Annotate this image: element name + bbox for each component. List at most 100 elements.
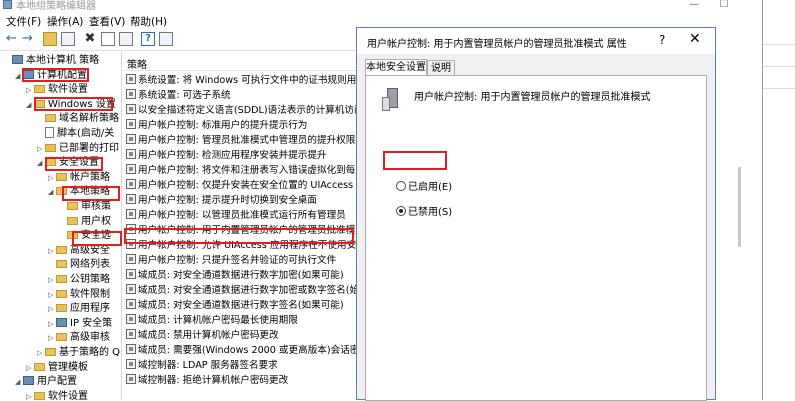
expand-arrow-icon[interactable]: ▷ xyxy=(48,273,56,287)
expand-arrow-icon[interactable]: ▷ xyxy=(26,390,34,400)
tree-item[interactable]: 安全选 xyxy=(59,229,111,243)
maximize-button[interactable]: ☐ xyxy=(710,0,738,12)
delete-icon[interactable]: ✖ xyxy=(83,32,97,46)
tree-item[interactable]: 用户权 xyxy=(59,215,111,229)
expand-arrow-icon[interactable]: ▷ xyxy=(48,288,56,302)
policy-row[interactable]: 域成员: 计算机帐户密码最长使用期限 xyxy=(126,313,298,328)
expand-arrow-icon[interactable]: ▷ xyxy=(48,317,56,331)
computer-policy-icon xyxy=(382,88,404,112)
tree-item[interactable]: ▷ 高级安全 xyxy=(48,244,110,258)
tree-item-label: 公钥策略 xyxy=(70,274,110,285)
back-arrow-icon[interactable]: ← xyxy=(6,32,20,46)
policy-row[interactable]: 用户帐户控制: 检测应用程序安装并提示提升 xyxy=(126,148,327,163)
policy-row[interactable]: 系统设置: 可选子系统 xyxy=(126,88,231,103)
tree-item[interactable]: ▷ 帐户策略 xyxy=(48,171,110,185)
policy-scrollbar[interactable] xyxy=(736,27,744,400)
policy-row[interactable]: 用户帐户控制: 将文件和注册表写入错误虚拟化到每用户 xyxy=(126,163,361,178)
radio-disabled[interactable]: 已禁用(S) xyxy=(396,206,452,220)
expand-arrow-icon[interactable]: ▷ xyxy=(48,244,56,258)
help-icon[interactable]: ? xyxy=(141,32,155,46)
expand-arrow-icon[interactable]: ▷ xyxy=(26,361,34,375)
expand-arrow-icon[interactable]: ◢ xyxy=(15,69,23,83)
tree-item[interactable]: ▷ IP 安全策 xyxy=(48,317,112,331)
expand-arrow-icon[interactable]: ▷ xyxy=(26,83,34,97)
policy-setting-icon xyxy=(126,119,136,129)
policy-row[interactable]: 用户帐户控制: 以管理员批准模式运行所有管理员 xyxy=(126,208,346,223)
tree-item[interactable]: ◢ 本地策略 xyxy=(48,185,110,199)
tree-item[interactable]: 脚本(启动/关 xyxy=(37,127,114,141)
tree-item[interactable]: ◢ Windows 设置 xyxy=(26,98,116,112)
tree-item[interactable]: ◢ 安全设置 xyxy=(37,156,99,170)
folder-icon xyxy=(34,391,45,400)
expand-arrow-icon[interactable]: ▷ xyxy=(37,142,45,156)
radio-enabled-indicator[interactable] xyxy=(396,181,406,191)
folder-icon xyxy=(56,187,67,196)
tree-item[interactable]: 审核策 xyxy=(59,200,111,214)
policy-row[interactable]: 用户帐户控制: 只提升签名并验证的可执行文件 xyxy=(126,253,336,268)
export-list-icon[interactable] xyxy=(119,32,133,46)
up-folder-icon[interactable] xyxy=(43,32,57,46)
policy-row[interactable]: 以安全描述符定义语言(SDDL)语法表示的计算机访问限 xyxy=(126,103,361,118)
tree-item[interactable]: 本地计算机 策略 xyxy=(4,54,99,68)
tree-item[interactable]: ▷ 基于策略的 Q xyxy=(37,346,120,360)
tree-item-label: 应用程序 xyxy=(70,303,110,315)
policy-row[interactable]: 域成员: 对安全通道数据进行数字加密(如果可能) xyxy=(126,268,344,283)
expand-arrow-icon[interactable]: ▷ xyxy=(48,331,56,345)
tab-explain[interactable]: 说明 xyxy=(427,60,455,76)
expand-arrow-icon[interactable]: ◢ xyxy=(48,185,56,199)
show-hide-tree-icon[interactable] xyxy=(61,32,75,46)
policy-row[interactable]: 域成员: 禁用计算机帐户密码更改 xyxy=(126,328,279,343)
dialog-help-button[interactable]: ? xyxy=(659,33,665,47)
tree-item-label: 用户权 xyxy=(81,215,111,227)
menu-view[interactable]: 查看(V) xyxy=(89,14,125,29)
tree-item[interactable]: ▷ 公钥策略 xyxy=(48,273,110,287)
tree-item[interactable]: ◢ 用户配置 xyxy=(15,375,77,389)
policy-row[interactable]: 用户帐户控制: 用于内置管理员帐户的管理员批准模式 xyxy=(126,223,361,238)
expand-arrow-icon[interactable]: ▷ xyxy=(37,346,45,360)
policy-row[interactable]: 系统设置: 将 Windows 可执行文件中的证书规则用于软 xyxy=(126,73,361,88)
menu-help[interactable]: 帮助(H) xyxy=(130,14,167,29)
tree-item[interactable]: ▷ 应用程序 xyxy=(48,302,110,316)
policy-setting-icon xyxy=(126,89,136,99)
policy-setting-icon xyxy=(126,239,136,249)
policy-row[interactable]: 用户帐户控制: 仅提升安装在安全位置的 UIAccess 应用 xyxy=(126,178,361,193)
policy-row[interactable]: 用户帐户控制: 管理员批准模式中管理员的提升权限提示 xyxy=(126,133,361,148)
tree-item[interactable]: ◢ 计算机配置 xyxy=(15,69,87,83)
policy-row[interactable]: 用户帐户控制: 标准用户的提升提示行为 xyxy=(126,118,307,133)
policy-row[interactable]: 用户帐户控制: 提示提升时切换到安全桌面 xyxy=(126,193,317,208)
policy-list: 策略 系统设置: 将 Windows 可执行文件中的证书规则用于软 系统设置: 可… xyxy=(123,52,361,400)
policy-column-header[interactable]: 策略 xyxy=(123,54,361,71)
expand-arrow-icon[interactable]: ◢ xyxy=(37,156,45,170)
scrollbar-thumb[interactable] xyxy=(738,167,741,247)
menu-file[interactable]: 文件(F) xyxy=(6,14,41,29)
tree-item-label: 软件设置 xyxy=(48,84,88,96)
policy-row[interactable]: 域控制器: 拒绝计算机帐户密码更改 xyxy=(126,373,288,388)
tree-item[interactable]: ▷ 软件设置 xyxy=(26,390,88,400)
dialog-close-button[interactable]: ✕ xyxy=(689,31,701,47)
tree-item[interactable]: 网络列表 xyxy=(48,258,110,272)
expand-arrow-icon[interactable]: ▷ xyxy=(48,302,56,316)
expand-arrow-icon[interactable]: ◢ xyxy=(26,98,34,112)
radio-disabled-indicator[interactable] xyxy=(396,206,406,216)
minimize-button[interactable]: — xyxy=(680,0,708,12)
tree-item[interactable]: ▷ 已部署的打印 xyxy=(37,142,119,156)
forward-arrow-icon[interactable]: → xyxy=(22,32,36,46)
tree-item[interactable]: ▷ 软件设置 xyxy=(26,83,88,97)
menu-action[interactable]: 操作(A) xyxy=(47,14,83,29)
policy-row[interactable]: 域成员: 需要强(Windows 2000 或更高版本)会话密钥 xyxy=(126,343,361,358)
policy-row[interactable]: 域成员: 对安全通道数据进行数字加密或数字签名(始终) xyxy=(126,283,361,298)
policy-row-label: 域成员: 禁用计算机帐户密码更改 xyxy=(138,330,279,341)
policy-row[interactable]: 域成员: 对安全通道数据进行数字签名(如果可能) xyxy=(126,298,344,313)
policy-row[interactable]: 域控制器: LDAP 服务器签名要求 xyxy=(126,358,278,373)
extended-view-icon[interactable] xyxy=(159,32,173,46)
expand-arrow-icon[interactable]: ◢ xyxy=(15,375,23,389)
expand-arrow-icon[interactable]: ▷ xyxy=(48,171,56,185)
tree-item[interactable]: ▷ 管理模板 xyxy=(26,361,88,375)
policy-row[interactable]: 用户帐户控制: 允许 UIAccess 应用程序在不使用安全桌 xyxy=(126,238,361,253)
policy-name-text: 用户帐户控制: 用于内置管理员帐户的管理员批准模式 xyxy=(414,92,651,103)
tree-item[interactable]: ▷ 高级审核 xyxy=(48,331,110,345)
properties-icon[interactable] xyxy=(101,32,115,46)
tree-item[interactable]: 域名解析策略 xyxy=(37,112,119,126)
radio-enabled[interactable]: 已启用(E) xyxy=(396,181,452,195)
tree-item[interactable]: ▷ 软件限制 xyxy=(48,288,110,302)
